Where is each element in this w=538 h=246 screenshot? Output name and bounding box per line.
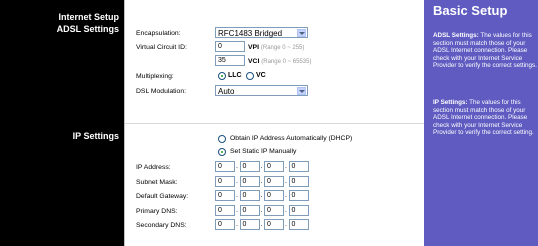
ip-octet-input[interactable]: 0 bbox=[264, 175, 284, 187]
ip-octet-input[interactable]: 0 bbox=[239, 175, 260, 187]
help-ip-text: IP Settings: The values for this section… bbox=[433, 99, 534, 137]
ip-dot-separator: . bbox=[285, 192, 287, 199]
vci-label: VCI (Range 0 ~ 65535) bbox=[248, 58, 312, 65]
ip-dot-separator: . bbox=[260, 177, 263, 185]
multiplexing-label: Multiplexing: bbox=[136, 73, 174, 80]
ip-octet-input[interactable]: 0 bbox=[264, 204, 284, 216]
ip-octet-input[interactable]: 0 bbox=[288, 219, 309, 230]
ip-dot-separator: . bbox=[285, 177, 287, 185]
sidebar-item-internet-setup: Internet Setup bbox=[58, 12, 119, 22]
dsl-modulation-label: DSL Modulation: bbox=[136, 88, 186, 95]
vc-label: VC bbox=[256, 72, 266, 79]
ip-octet-input[interactable]: 0 bbox=[288, 190, 309, 201]
ip-dot-separator: . bbox=[260, 163, 263, 170]
llc-label: LLC bbox=[228, 72, 242, 79]
sidebar: Internet Setup ADSL Settings IP Settings bbox=[0, 0, 124, 246]
ip-octet-input[interactable]: 0 bbox=[288, 204, 309, 216]
vpi-input[interactable]: 0 bbox=[215, 41, 245, 52]
ip-octet-input[interactable]: 0 bbox=[215, 190, 235, 201]
chevron-down-icon bbox=[297, 29, 306, 37]
section-divider bbox=[125, 123, 424, 124]
ip-dot-separator: . bbox=[236, 177, 238, 185]
ip-octet-input[interactable]: 0 bbox=[264, 219, 284, 230]
ip-dot-separator: . bbox=[285, 206, 287, 214]
ip-dot-separator: . bbox=[236, 192, 238, 199]
vpi-label: VPI (Range 0 ~ 255) bbox=[248, 44, 305, 51]
ip-dot-separator: . bbox=[260, 221, 263, 228]
ip-octet-input[interactable]: 0 bbox=[239, 204, 260, 216]
ip-octet-input[interactable]: 0 bbox=[288, 161, 309, 172]
dhcp-label: Obtain IP Address Automatically (DHCP) bbox=[230, 135, 353, 142]
ip-octet-input[interactable]: 0 bbox=[288, 175, 309, 187]
vci-input[interactable]: 35 bbox=[215, 55, 245, 66]
ip-field-label: Primary DNS: bbox=[136, 207, 178, 215]
ip-octet-input[interactable]: 0 bbox=[264, 161, 284, 172]
llc-radio[interactable] bbox=[218, 72, 226, 80]
ip-octet-input[interactable]: 0 bbox=[215, 204, 235, 216]
static-ip-radio[interactable] bbox=[218, 148, 226, 156]
ip-dot-separator: . bbox=[260, 192, 263, 199]
ip-dot-separator: . bbox=[236, 206, 238, 214]
encapsulation-label: Encapsulation: bbox=[136, 30, 181, 37]
ip-dot-separator: . bbox=[260, 206, 263, 214]
ip-dot-separator: . bbox=[236, 163, 238, 170]
help-adsl-text: ADSL Settings: The values for this secti… bbox=[433, 32, 537, 70]
ip-field-label: Secondary DNS: bbox=[136, 222, 187, 229]
ip-octet-input[interactable]: 0 bbox=[239, 161, 260, 172]
ip-field-label: IP Address: bbox=[136, 164, 171, 171]
vc-radio[interactable] bbox=[246, 72, 254, 80]
sidebar-item-ip-settings: IP Settings bbox=[72, 131, 119, 141]
dsl-modulation-value: Auto bbox=[218, 87, 235, 96]
virtual-circuit-label: Virtual Circuit ID: bbox=[136, 44, 187, 51]
ip-dot-separator: . bbox=[285, 221, 287, 228]
ip-field-label: Default Gateway: bbox=[136, 193, 189, 200]
dhcp-radio[interactable] bbox=[218, 135, 226, 143]
sidebar-item-adsl-settings: ADSL Settings bbox=[56, 24, 119, 34]
ip-octet-input[interactable]: 0 bbox=[215, 161, 235, 172]
chevron-down-icon bbox=[297, 87, 306, 95]
static-ip-label: Set Static IP Manually bbox=[230, 148, 297, 155]
ip-octet-input[interactable]: 0 bbox=[239, 190, 260, 201]
ip-octet-input[interactable]: 0 bbox=[239, 219, 260, 230]
ip-octet-input[interactable]: 0 bbox=[264, 190, 284, 201]
ip-octet-input[interactable]: 0 bbox=[215, 219, 235, 230]
ip-octet-input[interactable]: 0 bbox=[215, 175, 235, 187]
ip-dot-separator: . bbox=[285, 163, 287, 170]
ip-field-label: Subnet Mask: bbox=[136, 178, 178, 186]
encapsulation-select[interactable]: RFC1483 Bridged bbox=[215, 27, 308, 38]
help-title: Basic Setup bbox=[433, 3, 508, 18]
help-panel: Basic Setup ADSL Settings: The values fo… bbox=[424, 0, 538, 246]
ip-dot-separator: . bbox=[236, 221, 238, 228]
dsl-modulation-select[interactable]: Auto bbox=[215, 85, 308, 96]
encapsulation-value: RFC1483 Bridged bbox=[218, 29, 283, 38]
